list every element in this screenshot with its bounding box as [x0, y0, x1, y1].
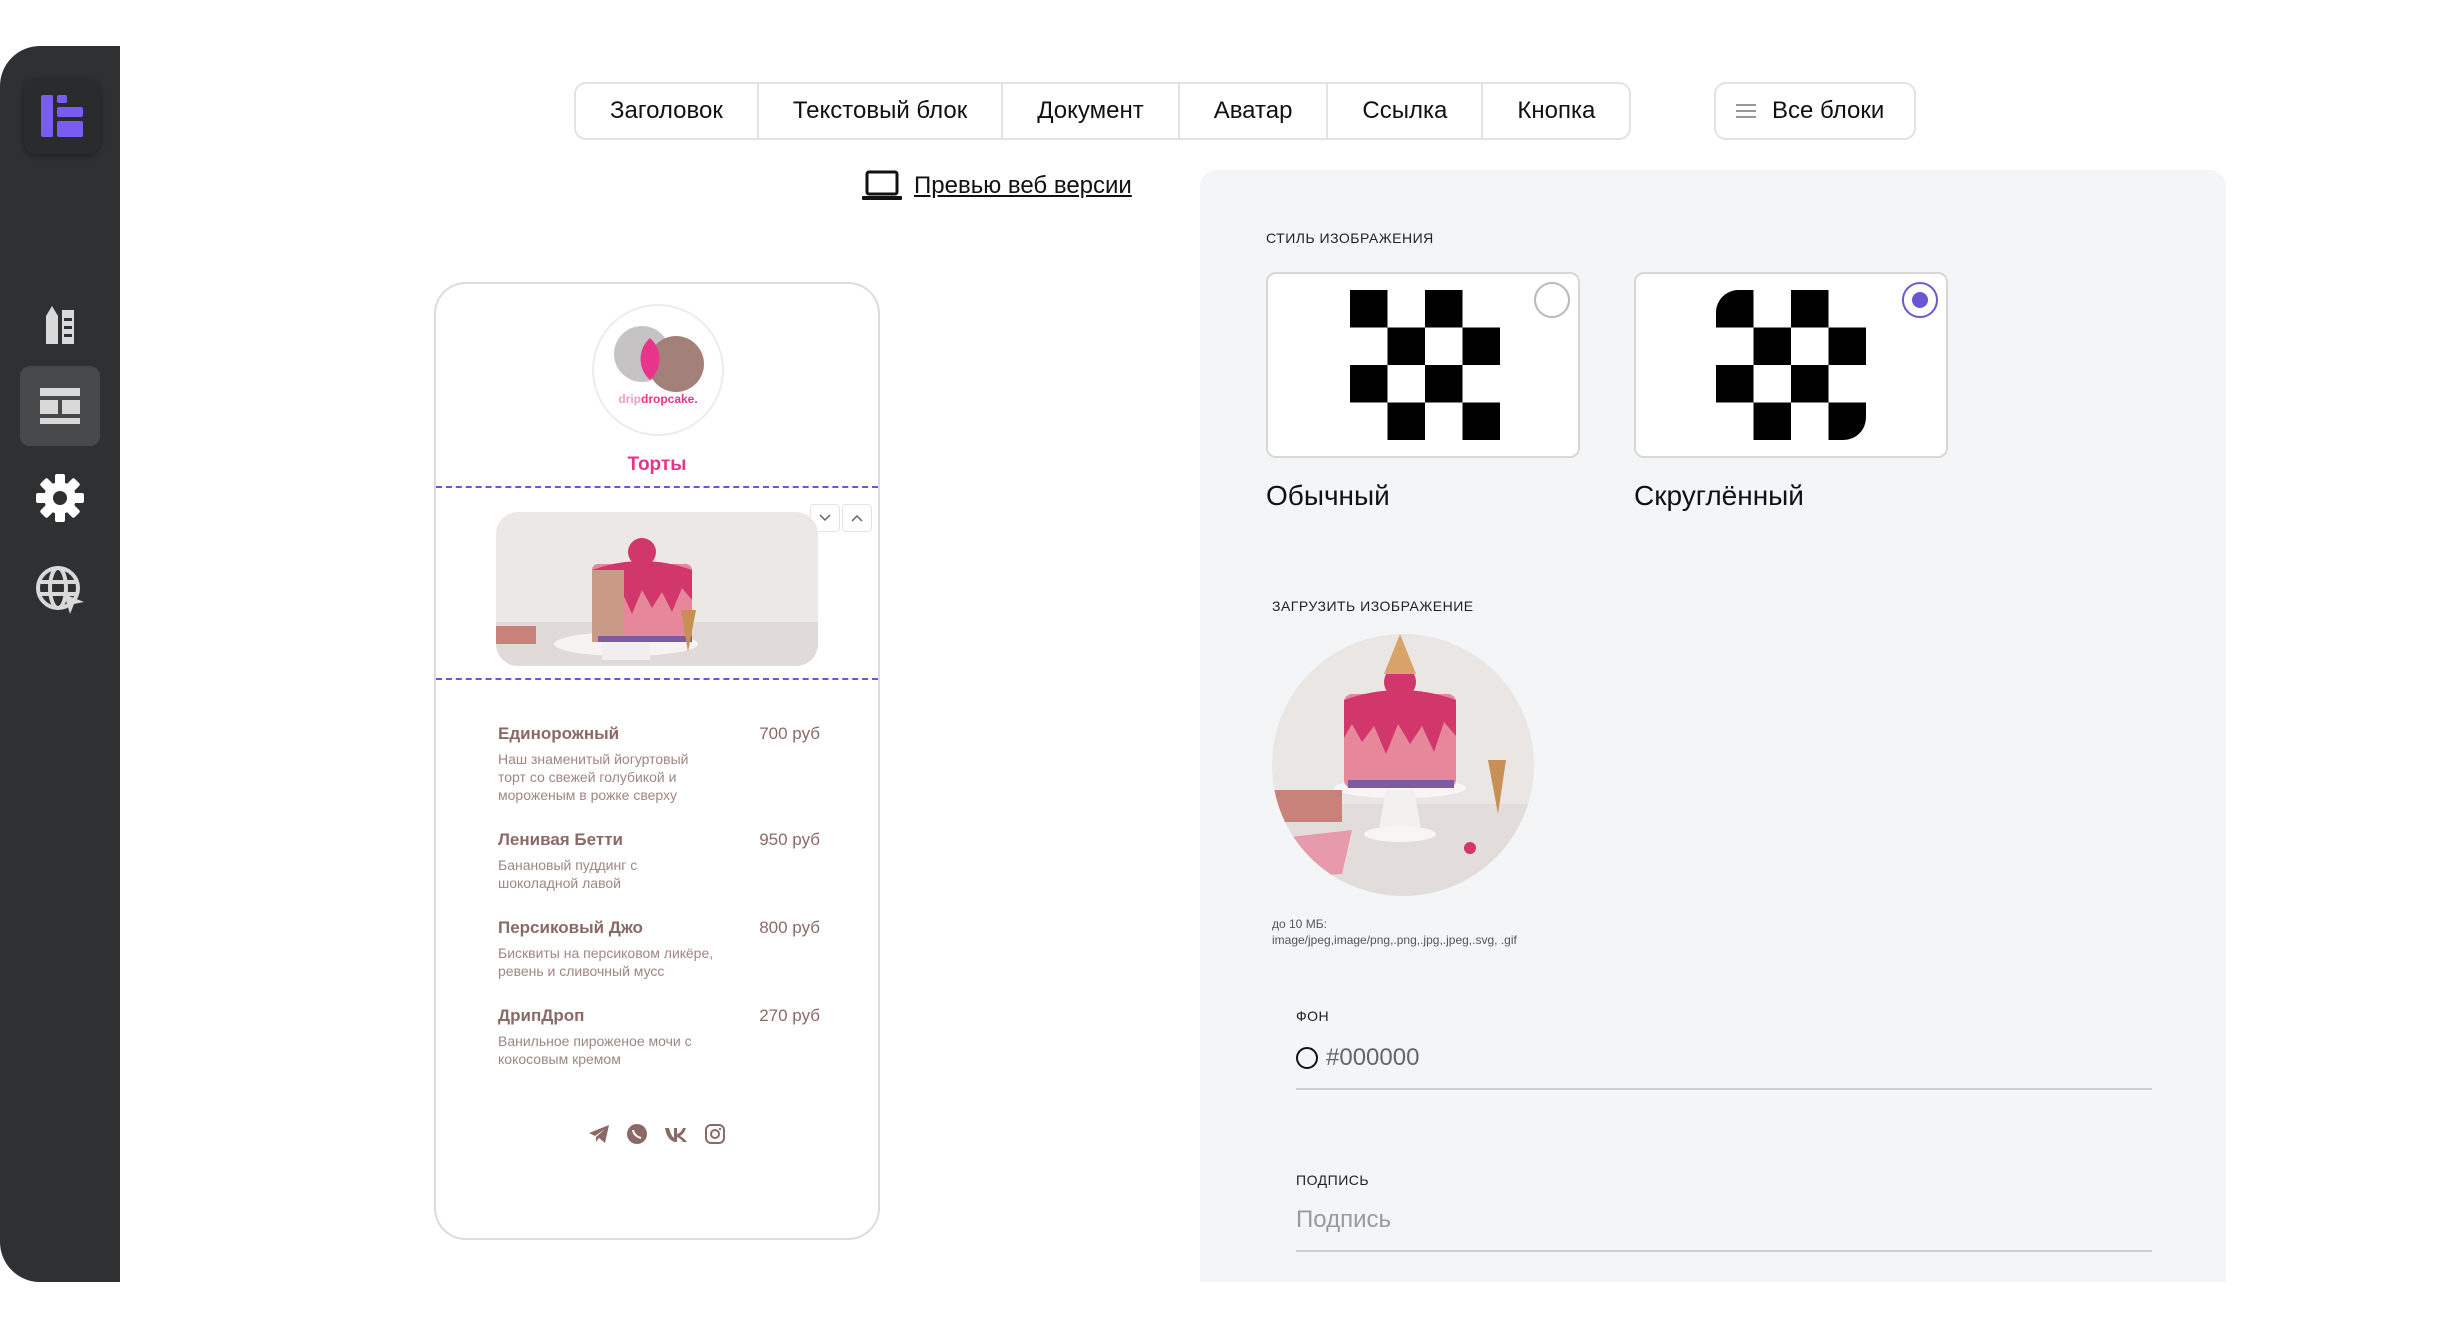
tab-heading[interactable]: Заголовок [576, 84, 759, 138]
list-item: ДрипДроп 270 руб Ванильное пироженое моч… [498, 1006, 820, 1068]
tab-text-block[interactable]: Текстовый блок [759, 84, 1004, 138]
upload-image-preview[interactable] [1272, 634, 1534, 896]
brand-logo-icon [614, 326, 704, 392]
chevron-up-icon [851, 514, 863, 522]
caption-underline [1296, 1250, 2152, 1252]
item-desc: Ванильное пироженое мочи с кокосовым кре… [498, 1033, 692, 1067]
caption-label: ПОДПИСЬ [1296, 1172, 1370, 1188]
image-style-label: СТИЛЬ ИЗОБРАЖЕНИЯ [1266, 230, 1434, 246]
selection-border-bottom [436, 678, 878, 680]
cake-image[interactable] [496, 512, 818, 666]
instagram-icon[interactable] [703, 1122, 727, 1146]
sidebar-item-settings[interactable] [20, 458, 100, 538]
tab-link[interactable]: Ссылка [1328, 84, 1484, 138]
item-name: Единорожный [498, 724, 620, 743]
upload-hint: до 10 МБ: image/jpeg,image/png,.png,.jpg… [1272, 916, 1517, 948]
list-item: Персиковый Джо 800 руб Бисквиты на перси… [498, 918, 820, 980]
design-tools-icon [46, 306, 74, 344]
uploaded-cake-photo [1272, 634, 1534, 896]
item-desc: Наш знаменитый йогуртовый торт со свежей… [498, 751, 689, 803]
item-name: ДрипДроп [498, 1006, 585, 1025]
style-rounded-label: Скруглённый [1634, 480, 1804, 511]
category-title: Торты [627, 454, 687, 475]
list-item: Ленивая Бетти 950 руб Банановый пуддинг … [498, 830, 820, 892]
item-price: 950 руб [759, 830, 820, 849]
item-price: 800 руб [759, 918, 820, 937]
telegram-icon[interactable] [587, 1122, 611, 1146]
background-label: ФОН [1296, 1008, 1330, 1024]
block-tabs: Заголовок Текстовый блок Документ Аватар… [574, 82, 1632, 140]
item-desc: Бисквиты на персиковом ликёре, ревень и … [498, 945, 714, 979]
brand-logo-text: dripdropcake. [618, 392, 698, 406]
item-name: Ленивая Бетти [498, 830, 623, 849]
item-price: 700 руб [759, 724, 820, 743]
item-price: 270 руб [759, 1006, 820, 1025]
app-root: Заголовок Текстовый блок Документ Аватар… [0, 0, 2464, 1320]
tab-document[interactable]: Документ [1003, 84, 1180, 138]
tab-avatar[interactable]: Аватар [1180, 84, 1329, 138]
color-swatch-icon[interactable] [1296, 1047, 1318, 1069]
globe-icon [36, 566, 84, 614]
logo-icon [41, 95, 83, 137]
background-field[interactable]: #000000 [1296, 1044, 1419, 1072]
upload-hint-types: image/jpeg,image/png,.png,.jpg,.jpeg,.sv… [1272, 933, 1517, 947]
style-normal-label: Обычный [1266, 480, 1390, 511]
background-underline [1296, 1088, 2152, 1090]
item-name: Персиковый Джо [498, 918, 643, 937]
selection-border-top [436, 486, 878, 488]
upload-hint-size: до 10 МБ: [1272, 917, 1327, 931]
all-blocks-button[interactable]: Все блоки [1714, 82, 1917, 140]
all-blocks-label: Все блоки [1772, 97, 1885, 124]
gear-icon [36, 474, 84, 522]
web-preview-link[interactable]: Превью веб версии [862, 170, 1132, 202]
web-preview-label: Превью веб версии [914, 172, 1132, 199]
upload-image-label: ЗАГРУЗИТЬ ИЗОБРАЖЕНИЕ [1272, 598, 1474, 614]
style-rounded-radio[interactable] [1902, 282, 1938, 318]
list-item: Единорожный 700 руб Наш знаменитый йогур… [498, 724, 820, 804]
item-desc: Банановый пуддинг с шоколадной лавой [498, 857, 638, 891]
vk-icon[interactable] [663, 1122, 689, 1146]
menu-icon [1736, 104, 1756, 118]
settings-panel: СТИЛЬ ИЗОБРАЖЕНИЯ Обычный Скруглённый ЗА… [1200, 170, 2226, 1282]
laptop-icon [862, 170, 902, 200]
background-value: #000000 [1326, 1044, 1420, 1071]
app-logo[interactable] [24, 78, 100, 154]
whatsapp-icon[interactable] [625, 1122, 649, 1146]
tab-button[interactable]: Кнопка [1483, 84, 1629, 138]
checker-rounded-icon [1716, 290, 1866, 440]
phone-preview: dripdropcake. Торты Единорожный 700 руб … [434, 282, 880, 1240]
menu-list: Единорожный 700 руб Наш знаменитый йогур… [498, 724, 820, 1094]
block-move-controls [810, 504, 872, 532]
caption-input[interactable]: Подпись [1296, 1206, 1391, 1234]
social-links [436, 1122, 878, 1146]
checker-square-icon [1350, 290, 1500, 440]
chevron-down-icon [819, 514, 831, 522]
style-option-normal[interactable] [1266, 272, 1580, 458]
sidebar-item-domain[interactable] [20, 550, 100, 630]
sidebar [0, 46, 120, 1282]
move-up-button[interactable] [842, 504, 872, 532]
caption-placeholder: Подпись [1296, 1206, 1391, 1233]
layout-icon [40, 388, 80, 424]
style-option-rounded[interactable] [1634, 272, 1948, 458]
style-normal-radio[interactable] [1534, 282, 1570, 318]
sidebar-item-blocks[interactable] [20, 366, 100, 446]
sidebar-item-design[interactable] [20, 286, 100, 366]
brand-avatar: dripdropcake. [592, 304, 724, 436]
cake-photo [496, 512, 818, 666]
